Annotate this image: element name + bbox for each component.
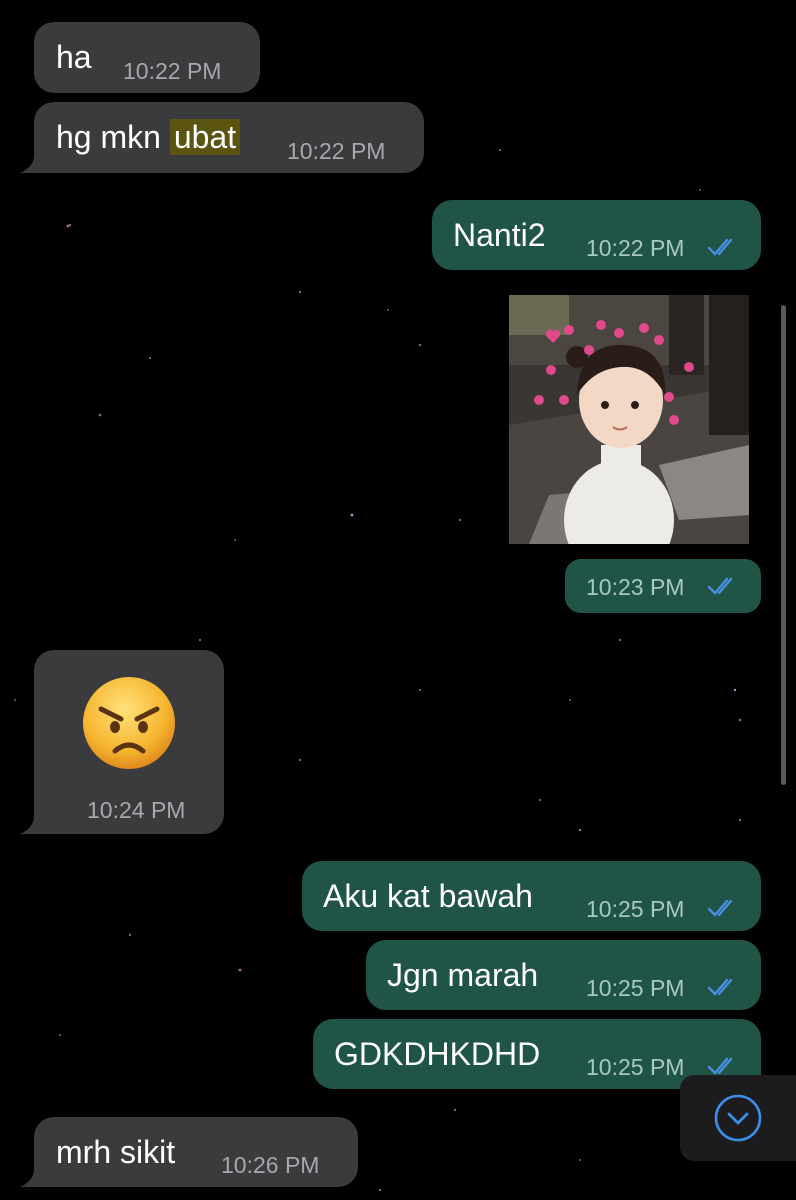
double-check-icon — [707, 1057, 733, 1075]
message-time: 10:25 PM — [586, 1054, 685, 1080]
message-time: 10:23 PM — [586, 574, 685, 600]
scrollbar[interactable] — [781, 305, 786, 785]
message-time: 10:25 PM — [586, 896, 685, 922]
image-message[interactable] — [509, 295, 749, 544]
outgoing-message[interactable]: Jgn marah 10:25 PM — [366, 940, 761, 1010]
double-check-icon — [707, 899, 733, 917]
message-text: mrh sikit — [56, 1134, 176, 1170]
message-time: 10:26 PM — [221, 1152, 320, 1178]
chevron-down-circle-icon — [714, 1094, 762, 1142]
message-text: GDKDHKDHD — [334, 1036, 541, 1072]
bubble-tail — [20, 1169, 42, 1187]
message-text: Nanti2 — [453, 217, 546, 253]
message-text: hg mkn — [56, 119, 161, 155]
message-text: Aku kat bawah — [323, 878, 533, 914]
outgoing-message[interactable]: Nanti2 10:22 PM — [432, 200, 761, 270]
double-check-icon — [707, 978, 733, 996]
message-text: ha — [56, 39, 92, 75]
incoming-message[interactable]: 10:24 PM — [20, 650, 224, 834]
outgoing-message[interactable]: 10:23 PM — [565, 559, 761, 613]
angry-face-emoji — [83, 677, 175, 769]
incoming-message[interactable]: mrh sikit 10:26 PM — [20, 1117, 358, 1187]
photo-thumbnail — [509, 295, 749, 544]
message-time: 10:24 PM — [87, 797, 186, 823]
message-time: 10:22 PM — [586, 235, 685, 261]
bubble-tail — [20, 155, 42, 173]
incoming-message[interactable]: hg mkn ubat 10:22 PM — [20, 102, 424, 173]
message-time: 10:22 PM — [123, 58, 222, 84]
incoming-message[interactable]: ha 10:22 PM — [34, 22, 260, 93]
double-check-icon — [707, 238, 733, 256]
outgoing-message[interactable]: Aku kat bawah 10:25 PM — [302, 861, 761, 931]
search-highlight: ubat — [169, 119, 241, 155]
message-text: Jgn marah — [387, 957, 539, 993]
bubble-tail — [20, 816, 42, 834]
scroll-to-bottom-button[interactable] — [680, 1075, 796, 1161]
double-check-icon — [707, 577, 733, 595]
message-time: 10:22 PM — [287, 138, 386, 164]
message-time: 10:25 PM — [586, 975, 685, 1001]
